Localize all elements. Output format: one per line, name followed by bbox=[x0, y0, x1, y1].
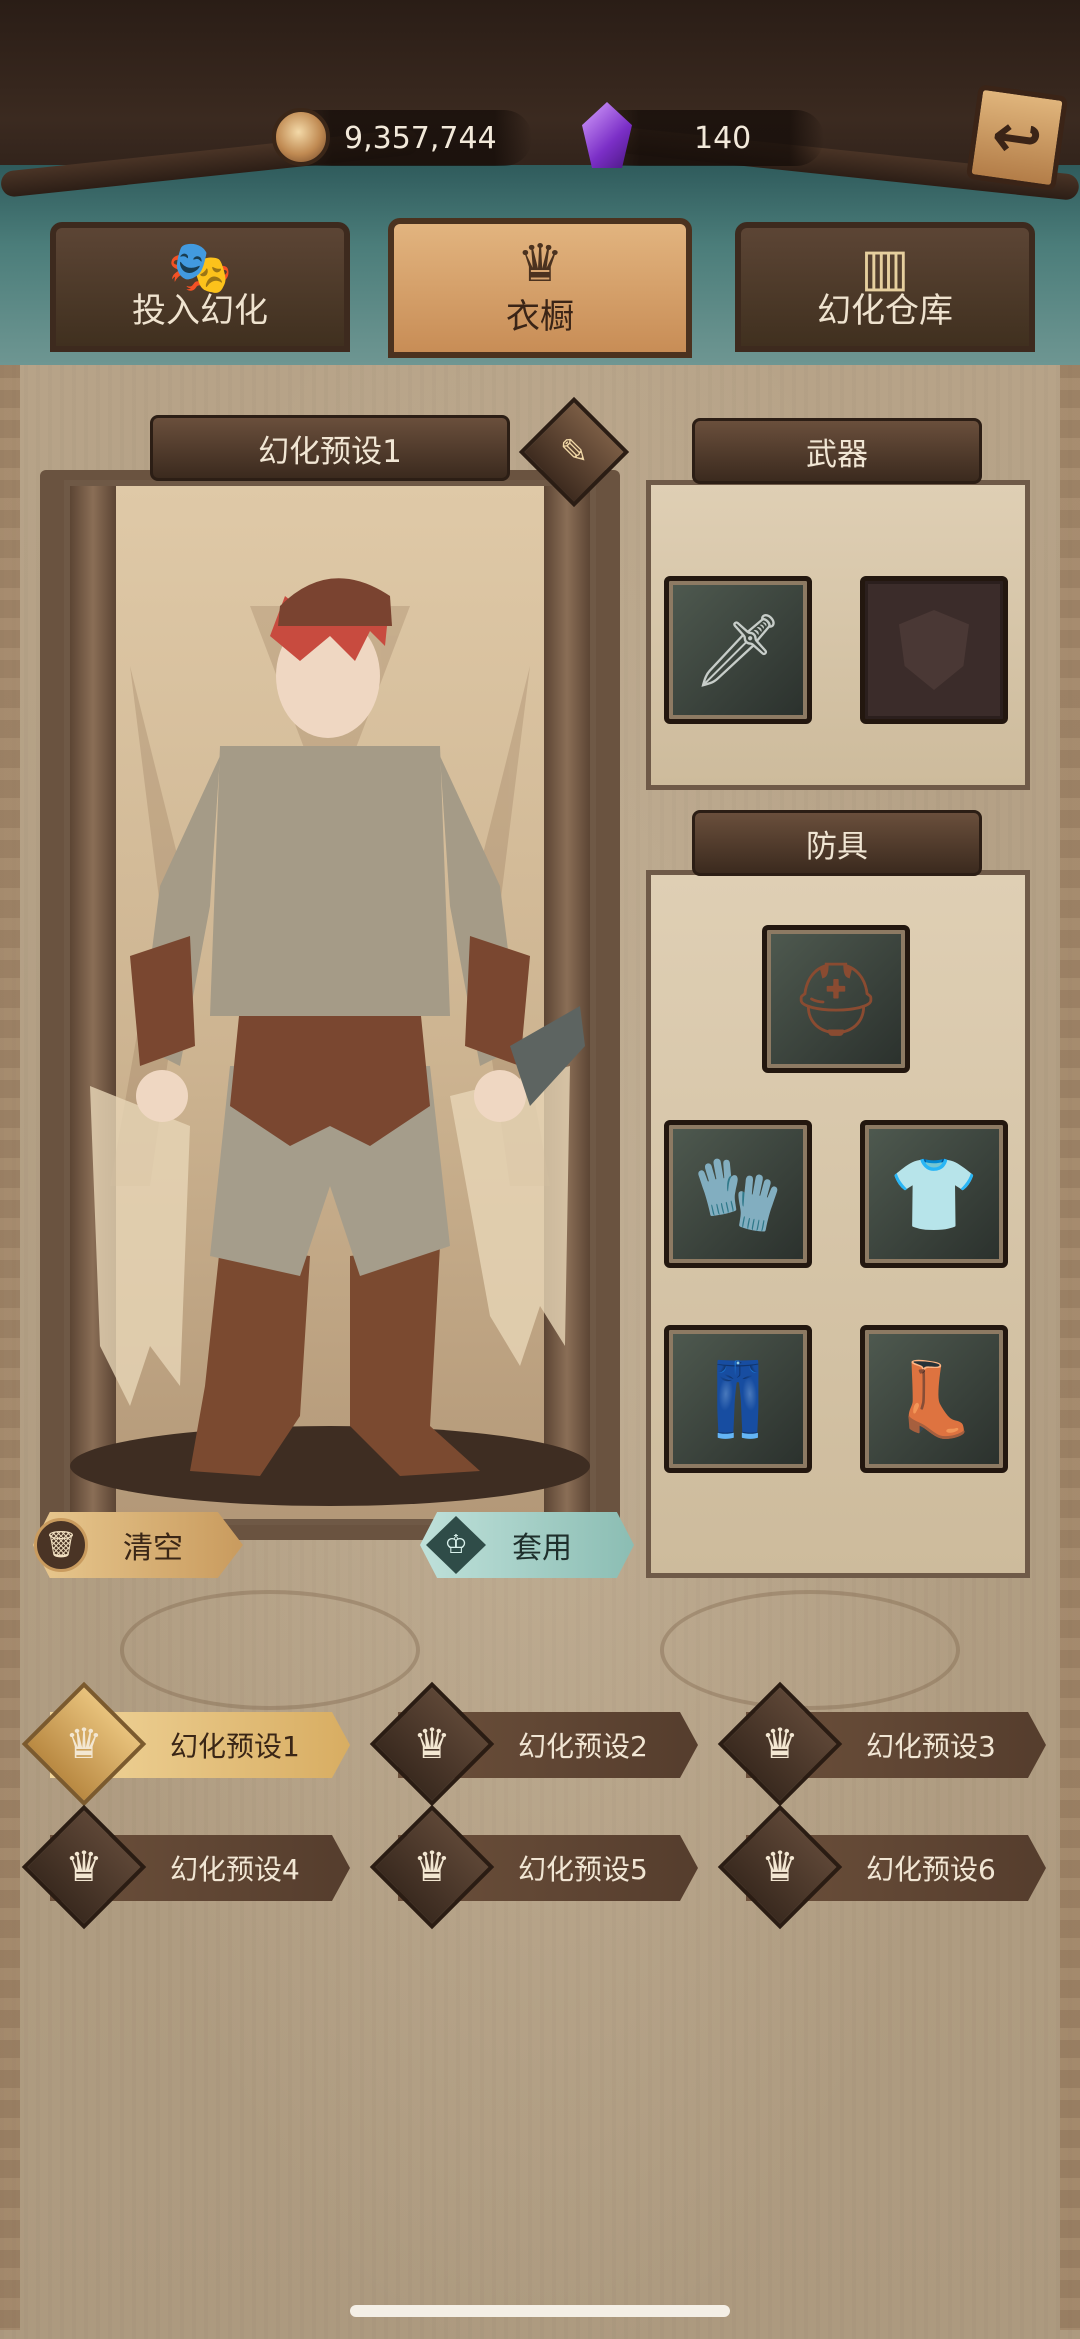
back-button[interactable]: ↩ bbox=[965, 84, 1069, 191]
preset-label: 幻化预设4 bbox=[170, 1853, 300, 1886]
decorative-swirl bbox=[120, 1590, 420, 1710]
preset-title: 幻化预设1 bbox=[258, 433, 402, 470]
preset-label: 幻化预设1 bbox=[170, 1730, 300, 1763]
left-frame-border bbox=[0, 330, 20, 2330]
right-frame-border bbox=[1060, 330, 1080, 2330]
trousers-icon: 👖 bbox=[693, 1357, 783, 1441]
tab-label: 衣橱 bbox=[506, 297, 574, 337]
armor-section-title: 防具 bbox=[806, 828, 868, 865]
home-indicator[interactable] bbox=[350, 2305, 730, 2317]
preset-title-ribbon: 幻化预设1 bbox=[150, 415, 510, 481]
coin-icon bbox=[272, 108, 330, 166]
armor-slot-legs[interactable]: 👖 bbox=[664, 1325, 812, 1473]
bracer-icon: 🧤 bbox=[693, 1152, 783, 1236]
cabinet-icon: ▥ bbox=[860, 238, 910, 298]
return-arrow-icon: ↩ bbox=[987, 99, 1047, 176]
leather-cap-icon: ⛑ bbox=[790, 957, 882, 1041]
coin-amount: 9,357,744 bbox=[344, 120, 497, 156]
character-figure bbox=[70, 578, 590, 1506]
shield-placeholder-icon bbox=[899, 610, 969, 690]
clear-label: 清空 bbox=[123, 1531, 183, 1566]
gem-counter: 140 bbox=[582, 102, 824, 168]
tab-wardrobe[interactable]: ♛ 衣橱 bbox=[388, 218, 692, 358]
leather-boots-icon: 👢 bbox=[889, 1357, 979, 1441]
armor-slot-head[interactable]: ⛑ bbox=[762, 925, 910, 1073]
armor-section-ribbon: 防具 bbox=[692, 810, 982, 876]
quill-icon: ✎ bbox=[559, 432, 589, 472]
weapon-section-ribbon: 武器 bbox=[692, 418, 982, 484]
cleaver-blade-icon: 🗡 bbox=[692, 608, 784, 692]
decorative-swirl bbox=[660, 1590, 960, 1710]
armor-slot-feet[interactable]: 👢 bbox=[860, 1325, 1008, 1473]
weapon-slot-offhand[interactable] bbox=[860, 576, 1008, 724]
linen-shirt-icon: 👕 bbox=[889, 1152, 979, 1236]
weapon-slot-main[interactable]: 🗡 bbox=[664, 576, 812, 724]
tab-invest-transmog[interactable]: 🎭 投入幻化 bbox=[50, 222, 350, 352]
character-preview bbox=[64, 480, 596, 1525]
coin-counter: 9,357,744 bbox=[272, 108, 532, 166]
wardrobe-emblem-icon: ♛ bbox=[516, 234, 564, 294]
apply-label: 套用 bbox=[512, 1531, 572, 1566]
preset-label: 幻化预设2 bbox=[518, 1730, 648, 1763]
armor-slot-arms[interactable]: 🧤 bbox=[664, 1120, 812, 1268]
preset-label: 幻化预设3 bbox=[866, 1730, 996, 1763]
weapon-section-title: 武器 bbox=[806, 436, 868, 473]
mask-icon: 🎭 bbox=[167, 238, 233, 298]
gem-amount: 140 bbox=[694, 120, 752, 156]
trash-icon: 🗑 bbox=[34, 1518, 88, 1572]
preset-label: 幻化预设5 bbox=[518, 1853, 648, 1886]
armor-slot-chest[interactable]: 👕 bbox=[860, 1120, 1008, 1268]
preset-label: 幻化预设6 bbox=[866, 1853, 996, 1886]
tab-transmog-storage[interactable]: ▥ 幻化仓库 bbox=[735, 222, 1035, 352]
